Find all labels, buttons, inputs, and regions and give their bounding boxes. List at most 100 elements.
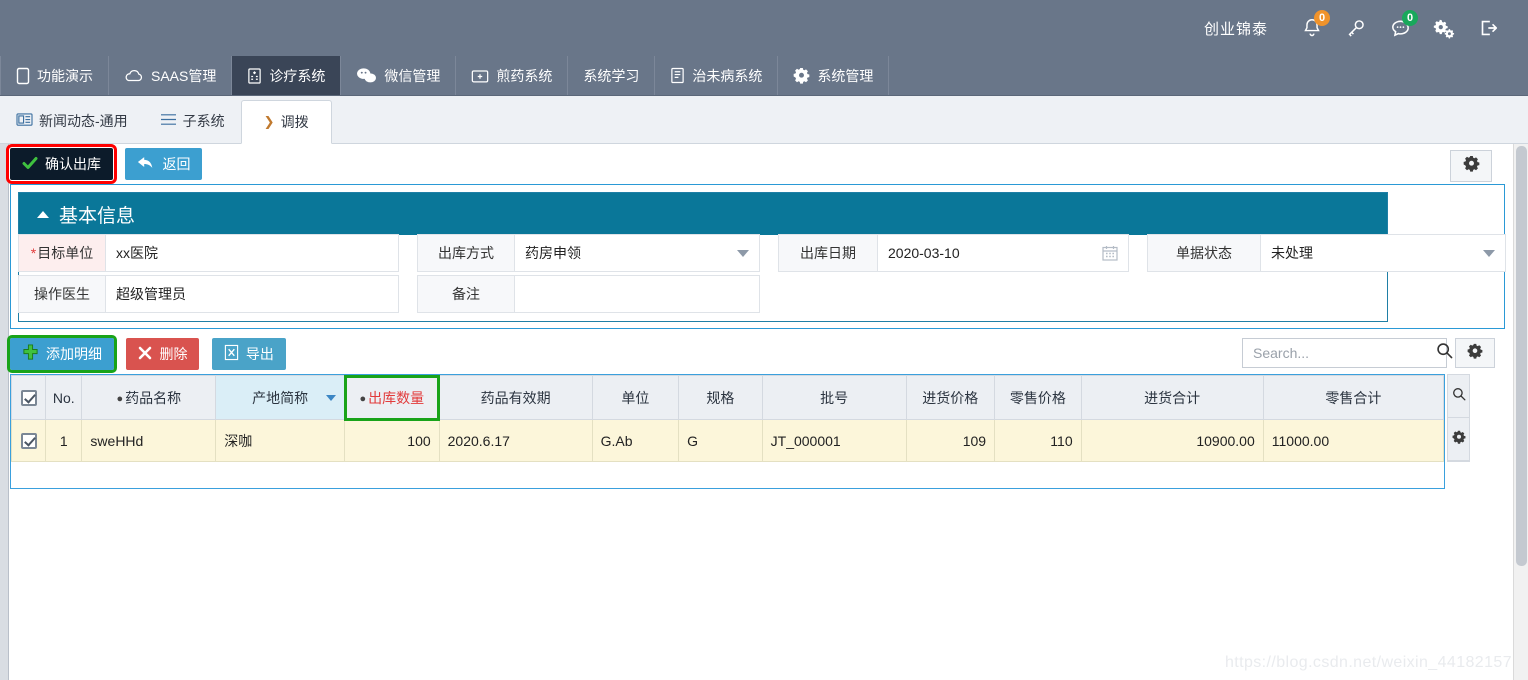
grid-cell-selltot[interactable]: 11000.00 [1262,419,1445,462]
target-unit-label-text: 目标单位 [37,245,94,261]
logout-icon[interactable] [1466,8,1510,48]
grid-header-label: 进货合计 [1144,389,1201,406]
nav-tab-label: 诊疗系统 [269,67,326,84]
grid-header-row: No. ● 药品名称 产地简称 ● 出库数量 药品有效期 单位 规格 批号 进货价格 零售价格 进货合计… [10,374,1445,421]
target-unit-input[interactable]: xx医院 [106,234,399,272]
excel-icon [224,344,239,364]
back-label: 返回 [162,156,191,172]
grid-header-buytot[interactable]: 进货合计 [1080,375,1264,420]
grid-header-batch[interactable]: 批号 [761,375,907,420]
out-date-input[interactable]: 2020-03-10 [878,234,1129,272]
page-content: 确认出库 返回 基本信息 * 目标单位 xx医院 出库方式 药房申领 出库日期 … [0,144,1528,680]
nav-tab-gongnengyanshi[interactable]: 功能演示 [0,56,109,95]
toolbar-settings-button[interactable] [1450,150,1492,182]
grid-header-expiry[interactable]: 药品有效期 [438,375,593,420]
collapse-triangle-icon[interactable] [37,210,49,218]
gear-icon [1467,343,1483,364]
chevron-down-icon[interactable] [737,250,749,257]
bell-badge: 0 [1314,10,1330,26]
grid-cell-buy[interactable]: 109 [905,419,996,462]
nav-tab-zhiweibingxitong[interactable]: 治未病系统 [655,56,779,95]
grid-cell-expiry[interactable]: 2020.6.17 [438,419,593,462]
detail-grid: No. ● 药品名称 产地简称 ● 出库数量 药品有效期 单位 规格 批号 进货价格 零售价格 进货合计… [10,374,1445,489]
chat-icon[interactable]: 0 [1378,8,1422,48]
grid-header-sell[interactable]: 零售价格 [994,375,1082,420]
select-all-checkbox[interactable] [20,390,37,407]
basic-info-form: * 目标单位 xx医院 出库方式 药房申领 出库日期 2020-03-10 单据… [18,234,1506,316]
target-unit-label: * 目标单位 [18,234,106,272]
out-method-value: 药房申领 [525,245,581,261]
chat-badge: 0 [1402,10,1418,26]
bell-icon[interactable]: 0 [1290,8,1334,48]
grid-header-selltot[interactable]: 零售合计 [1262,375,1445,420]
page-scrollbar[interactable] [1513,144,1528,680]
nav-tab-weixinguanli[interactable]: 微信管理 [341,56,457,95]
grid-header-origin[interactable]: 产地简称 [215,375,346,420]
search-icon[interactable] [1436,342,1453,364]
grid-cell-qty[interactable]: 100 [344,419,440,462]
nav-tab-xitongguanli[interactable]: 系统管理 [778,56,890,95]
grid-cell-spec[interactable]: G [678,419,763,462]
grid-cell-origin[interactable]: 深咖 [215,419,346,462]
scrollbar-thumb[interactable] [1516,146,1527,566]
row-checkbox[interactable] [20,433,37,450]
grid-header-qty[interactable]: ● 出库数量 [343,374,441,421]
nav-tab-xitongxuexi[interactable]: 系统学习 [568,56,656,95]
grid-cell-no[interactable]: 1 [45,419,83,462]
chevron-down-icon[interactable] [326,394,337,401]
sub-tab-xinwendongtai[interactable]: 新闻动态-通用 [0,99,144,143]
field-bill-status: 单据状态 未处理 [1147,234,1506,272]
grid-toolbar: 添加明细 删除 导出 [7,335,1505,376]
basic-info-header[interactable]: 基本信息 [19,193,1387,235]
delete-button[interactable]: 删除 [126,338,200,370]
grid-settings-button[interactable] [1455,338,1495,368]
wechat-icon [356,67,377,84]
chevron-down-icon[interactable] [1483,250,1495,257]
grid-header-name[interactable]: ● 药品名称 [81,375,217,420]
nav-tab-label: 系统管理 [817,67,874,84]
grid-header-chk[interactable] [10,375,47,420]
grid-header-no[interactable]: No. [45,375,83,420]
sub-tab-diaobo[interactable]: ❯ 调拨 [240,100,332,144]
add-detail-button[interactable]: 添加明细 [7,335,117,373]
grid-header-label: 规格 [706,389,735,406]
back-button[interactable]: 返回 [125,148,203,180]
nav-tab-zhenliaoxitong[interactable]: 诊疗系统 [232,56,342,95]
grid-header-unit[interactable]: 单位 [591,375,680,420]
detail-grid-table: No. ● 药品名称 产地简称 ● 出库数量 药品有效期 单位 规格 批号 进货价格 零售价格 进货合计… [10,374,1445,462]
confirm-outbound-button[interactable]: 确认出库 [6,144,117,184]
grid-cell-sell[interactable]: 110 [994,419,1082,462]
grid-search-box[interactable] [1242,338,1466,368]
grid-cell-unit[interactable]: G.Ab [591,419,680,462]
add-detail-label: 添加明细 [46,346,102,362]
news-icon [16,112,33,130]
doctor-input[interactable]: 超级管理员 [106,275,399,313]
close-icon [138,346,152,363]
calendar-icon[interactable] [1102,245,1118,264]
grid-cell-batch[interactable]: JT_000001 [761,419,907,462]
nav-tab-saas[interactable]: SAAS管理 [109,56,233,95]
grid-side-search-button[interactable] [1448,375,1469,418]
bill-status-select[interactable]: 未处理 [1261,234,1506,272]
remark-label: 备注 [417,275,515,313]
out-method-select[interactable]: 药房申领 [515,234,760,272]
key-icon[interactable] [1334,8,1378,48]
bill-status-label: 单据状态 [1147,234,1261,272]
remark-input[interactable] [515,275,760,313]
gears-icon[interactable] [1422,8,1466,48]
search-input[interactable] [1251,344,1436,362]
grid-side-settings-button[interactable] [1448,418,1469,461]
grid-cell-name[interactable]: sweHHd [81,419,217,462]
export-button[interactable]: 导出 [211,338,286,370]
sub-tab-zixitong[interactable]: 子系统 [144,99,241,143]
grid-body: 1 sweHHd 深咖 100 2020.6.17 G.Ab G JT_000001 109 11… [10,419,1445,462]
grid-header-buy[interactable]: 进货价格 [905,375,996,420]
grid-header-spec[interactable]: 规格 [678,375,763,420]
nav-tab-jianyaoxitong[interactable]: 煎药系统 [456,56,569,95]
grid-cell-buytot[interactable]: 10900.00 [1080,419,1264,462]
main-navigation: 功能演示 SAAS管理 诊疗系统 微信管理 煎药系统 系统学习 治未病系统 系统… [0,56,1528,96]
application-window: 创业锦泰 0 0 功能演示 SAAS管理 诊疗系统 微信管理 煎药系统 系统学习… [0,0,1528,680]
table-row[interactable]: 1 sweHHd 深咖 100 2020.6.17 G.Ab G JT_000001 109 11… [10,419,1445,462]
grid-cell-chk[interactable] [10,419,47,462]
hospital-icon [247,67,262,85]
